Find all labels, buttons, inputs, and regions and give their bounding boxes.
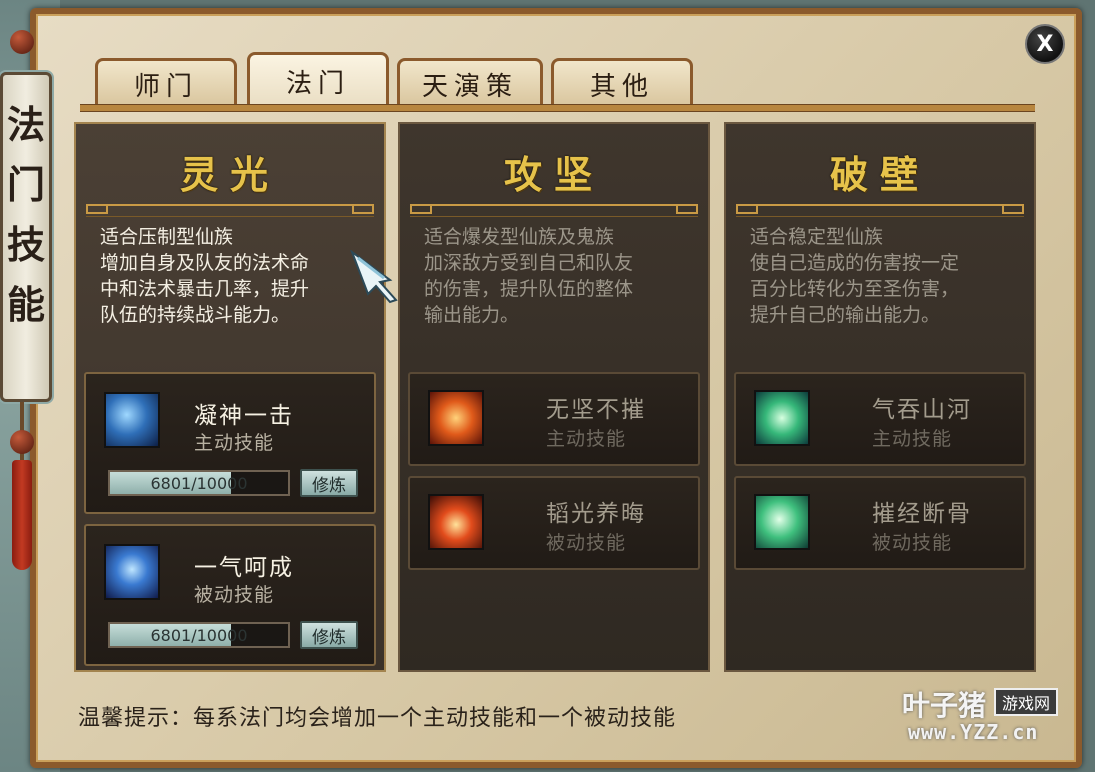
description-line: 输出能力。	[424, 304, 520, 326]
progress-text: 6801/10000	[150, 625, 248, 645]
tab-shimen[interactable]: 师门	[95, 58, 237, 108]
tab-famen[interactable]: 法门	[247, 52, 389, 108]
tab-tianyance[interactable]: 天演策	[397, 58, 543, 108]
close-icon: X	[1036, 31, 1054, 57]
description-line: 适合压制型仙族	[100, 226, 234, 248]
mouse-cursor-icon	[350, 250, 398, 304]
watermark-url: www.YZZ.cn	[908, 720, 1039, 744]
skill-type: 主动技能	[546, 428, 627, 450]
tab-label: 天演策	[421, 72, 518, 102]
tab-label: 法门	[285, 69, 350, 99]
description-line: 适合稳定型仙族	[750, 226, 884, 248]
side-title-char: 能	[6, 282, 45, 327]
skill-type: 被动技能	[546, 532, 627, 554]
panel-title: 破壁	[829, 152, 930, 197]
ornamental-divider	[86, 204, 374, 217]
description-line: 适合爆发型仙族及鬼族	[424, 226, 615, 248]
description-line: 加深敌方受到自己和队友	[424, 252, 634, 274]
skill-name: 摧经断骨	[872, 501, 972, 527]
tab-qita[interactable]: 其他	[551, 58, 693, 108]
ornamental-divider	[736, 204, 1024, 217]
description-line: 使自己造成的伤害按一定	[750, 252, 960, 274]
red-tassel-ornament	[12, 460, 32, 570]
description-line: 队伍的持续战斗能力。	[100, 304, 291, 326]
description-line: 提升自己的输出能力。	[750, 304, 941, 326]
school-panel-gongjian[interactable]: 攻坚 适合爆发型仙族及鬼族 加深敌方受到自己和队友 的伤害，提升队伍的整体 输出…	[398, 122, 710, 672]
watermark-brand: 叶子猪	[902, 689, 987, 722]
bottom-bead-ornament	[10, 430, 34, 454]
skill-type: 被动技能	[194, 584, 275, 606]
flame-figure-icon[interactable]	[428, 494, 484, 550]
skill-card[interactable]: 摧经断骨 被动技能	[734, 476, 1026, 570]
site-watermark: 叶子猪 游戏网 www.YZZ.cn	[902, 684, 1072, 746]
green-beast-icon[interactable]	[754, 390, 810, 446]
school-panel-lingguang[interactable]: 灵光 适合压制型仙族 增加自身及队友的法术命 中和法术暴击几率，提升 队伍的持续…	[74, 122, 386, 672]
panel-description: 适合压制型仙族 增加自身及队友的法术命 中和法术暴击几率，提升 队伍的持续战斗能…	[100, 224, 370, 328]
green-claw-icon[interactable]	[754, 494, 810, 550]
description-line: 增加自身及队友的法术命	[100, 252, 310, 274]
top-bead-ornament	[10, 30, 34, 54]
side-title-char: 技	[6, 222, 45, 267]
description-line: 的伤害，提升队伍的整体	[424, 278, 634, 300]
tip-text: 温馨提示：每系法门均会增加一个主动技能和一个被动技能	[78, 706, 677, 731]
skill-card[interactable]: 韬光养晦 被动技能	[408, 476, 700, 570]
description-line: 中和法术暴击几率，提升	[100, 278, 310, 300]
skill-type: 主动技能	[872, 428, 953, 450]
skill-card[interactable]: 一气呵成 被动技能 6801/10000 修炼	[84, 524, 376, 666]
school-panel-pobi[interactable]: 破壁 适合稳定型仙族 使自己造成的伤害按一定 百分比转化为至圣伤害， 提升自己的…	[724, 122, 1036, 672]
description-line: 百分比转化为至圣伤害，	[750, 278, 960, 300]
ice-spirit-icon[interactable]	[104, 392, 160, 448]
skill-card[interactable]: 气吞山河 主动技能	[734, 372, 1026, 466]
skill-type: 被动技能	[872, 532, 953, 554]
skill-progress-bar: 6801/10000	[108, 622, 290, 648]
blue-figure-icon[interactable]	[104, 544, 160, 600]
panel-title: 攻坚	[503, 152, 604, 197]
panel-title: 灵光	[179, 152, 280, 197]
side-title-banner: 法 门 技 能	[0, 72, 52, 402]
progress-text: 6801/10000	[150, 473, 248, 493]
fire-warrior-icon[interactable]	[428, 390, 484, 446]
skill-card[interactable]: 无坚不摧 主动技能	[408, 372, 700, 466]
skill-name: 凝神一击	[194, 403, 294, 429]
tab-underline	[80, 104, 1035, 112]
side-title: 法 门 技 能	[3, 95, 49, 335]
watermark-badge: 游戏网	[994, 688, 1058, 716]
skill-type: 主动技能	[194, 432, 275, 454]
train-button[interactable]: 修炼	[300, 621, 358, 649]
skill-progress-bar: 6801/10000	[108, 470, 290, 496]
skill-name: 无坚不摧	[546, 397, 646, 423]
panel-description: 适合稳定型仙族 使自己造成的伤害按一定 百分比转化为至圣伤害， 提升自己的输出能…	[750, 224, 1020, 328]
tab-label: 师门	[133, 72, 198, 102]
skill-card[interactable]: 凝神一击 主动技能 6801/10000 修炼	[84, 372, 376, 514]
close-button[interactable]: X	[1025, 24, 1065, 64]
train-button[interactable]: 修炼	[300, 469, 358, 497]
skill-name: 一气呵成	[194, 555, 294, 581]
skill-name: 气吞山河	[872, 397, 972, 423]
side-title-char: 法	[6, 102, 45, 147]
panel-description: 适合爆发型仙族及鬼族 加深敌方受到自己和队友 的伤害，提升队伍的整体 输出能力。	[424, 224, 694, 328]
skill-name: 韬光养晦	[546, 501, 646, 527]
ornamental-divider	[410, 204, 698, 217]
tab-label: 其他	[589, 72, 654, 102]
side-title-char: 门	[6, 162, 45, 207]
